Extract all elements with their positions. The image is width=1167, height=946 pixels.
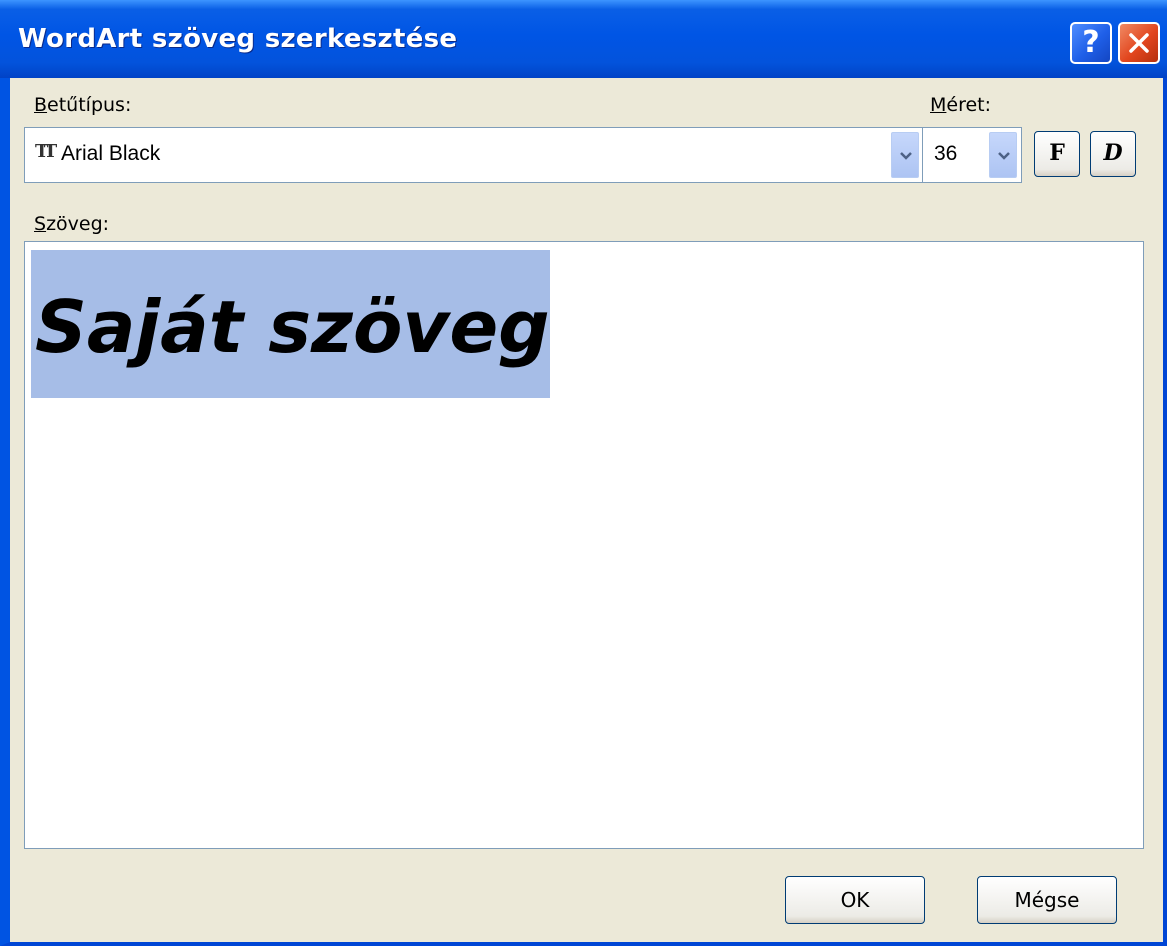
size-label-accelerator: M (930, 94, 947, 116)
ok-button[interactable]: OK (785, 876, 925, 924)
truetype-font-icon: TT (35, 141, 57, 162)
font-dropdown-button[interactable] (891, 132, 919, 178)
text-label-text: zöveg: (46, 213, 110, 235)
size-dropdown-button[interactable] (989, 132, 1017, 178)
bold-button[interactable]: F (1034, 131, 1080, 177)
font-label-text: etűtípus: (47, 94, 132, 116)
size-label-text: éret: (946, 94, 992, 116)
text-input-area[interactable]: Saját szöveg (24, 241, 1144, 849)
font-combobox[interactable]: TT Arial Black (24, 127, 924, 183)
window-title: WordArt szöveg szerkesztése (18, 24, 458, 54)
title-bar[interactable]: WordArt szöveg szerkesztése ? (0, 0, 1167, 78)
font-label-accelerator: B (34, 94, 48, 116)
cancel-button[interactable]: Mégse (977, 876, 1117, 924)
italic-button[interactable]: D (1090, 131, 1136, 177)
selected-text[interactable]: Saját szöveg (31, 250, 550, 398)
font-label: Betűtípus: (34, 94, 131, 116)
size-combobox[interactable]: 36 (922, 127, 1022, 183)
size-label: Méret: (930, 94, 991, 116)
close-icon (1129, 33, 1149, 53)
font-value: Arial Black (61, 142, 161, 165)
chevron-down-icon (900, 152, 912, 160)
help-button[interactable]: ? (1070, 22, 1112, 64)
chevron-down-icon (998, 152, 1010, 160)
close-button[interactable] (1118, 22, 1160, 64)
text-label: Szöveg: (34, 213, 109, 235)
size-value: 36 (934, 142, 958, 165)
help-icon: ? (1082, 25, 1100, 60)
text-label-accelerator: S (34, 213, 47, 235)
